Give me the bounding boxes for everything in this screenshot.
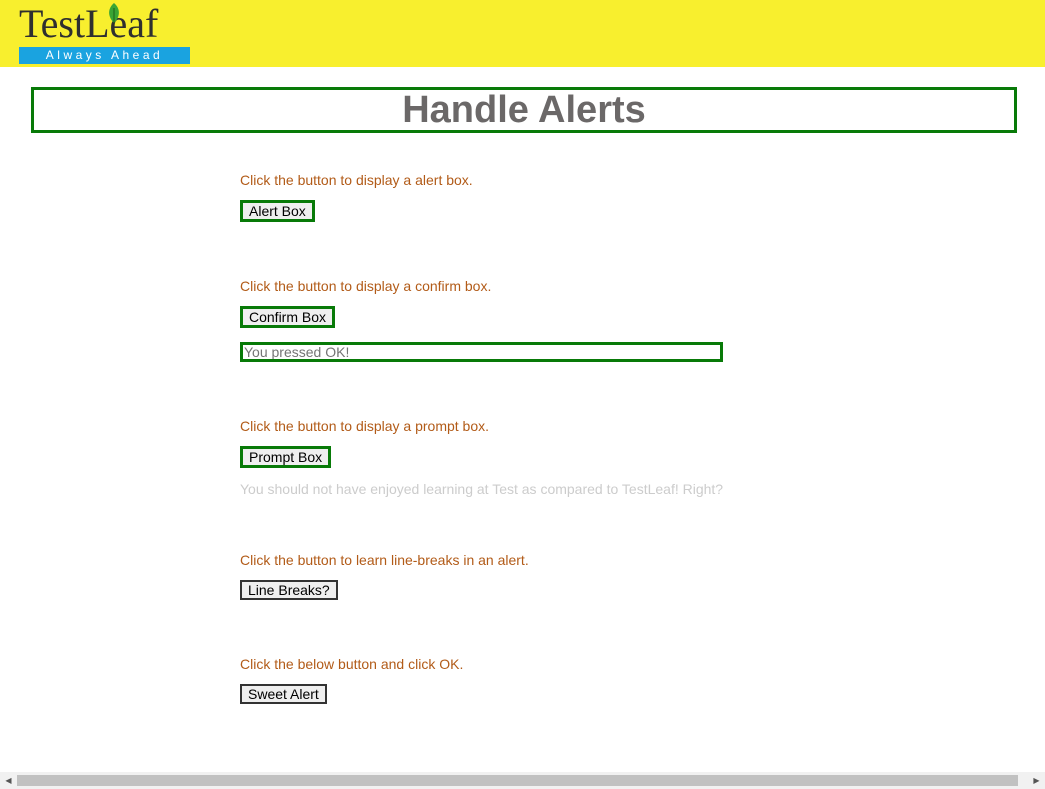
alert-box-button[interactable]: Alert Box — [240, 200, 315, 222]
sweet-alert-label: Click the below button and click OK. — [240, 656, 464, 672]
prompt-box-button[interactable]: Prompt Box — [240, 446, 332, 468]
testleaf-logo[interactable]: TestLeaf Always Ahead — [19, 1, 191, 65]
horizontal-scrollbar[interactable]: ◀ ▶ — [0, 772, 1045, 789]
confirm-box-button[interactable]: Confirm Box — [240, 306, 336, 328]
page-title-box: Handle Alerts — [31, 87, 1017, 133]
line-breaks-label: Click the button to learn line-breaks in… — [240, 552, 529, 568]
prompt-label: Click the button to display a prompt box… — [240, 418, 490, 434]
prompt-result-text: You should not have enjoyed learning at … — [240, 481, 724, 497]
scrollbar-thumb[interactable] — [17, 775, 1018, 786]
scroll-right-arrow-icon[interactable]: ▶ — [1028, 772, 1045, 789]
line-breaks-button[interactable]: Line Breaks? — [240, 580, 338, 600]
confirm-label: Click the button to display a confirm bo… — [240, 278, 492, 294]
leaf-icon — [109, 3, 119, 23]
page-title: Handle Alerts — [402, 89, 646, 131]
header-bar: TestLeaf Always Ahead — [0, 0, 1045, 67]
scroll-left-arrow-icon[interactable]: ◀ — [0, 772, 17, 789]
logo-brand-text: TestLeaf — [19, 1, 159, 46]
page: TestLeaf Always Ahead Handle Alerts Clic… — [0, 0, 1045, 789]
alert-label: Click the button to display a alert box. — [240, 172, 473, 188]
sweet-alert-button[interactable]: Sweet Alert — [240, 684, 327, 704]
logo-tagline: Always Ahead — [19, 47, 190, 64]
confirm-result-field[interactable] — [240, 342, 723, 362]
